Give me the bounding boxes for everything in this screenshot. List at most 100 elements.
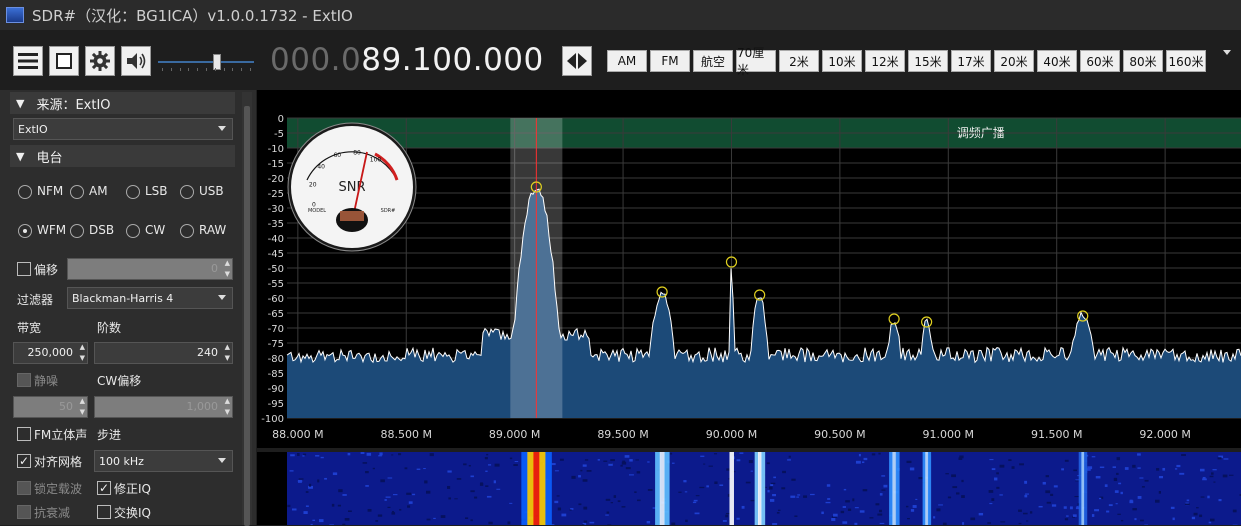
lock-carrier-checkbox[interactable] bbox=[17, 481, 31, 495]
waterfall-noise bbox=[1223, 475, 1228, 478]
band-button-13[interactable]: 160米 bbox=[1166, 50, 1206, 72]
waterfall-noise bbox=[515, 461, 518, 462]
scrollbar-thumb[interactable] bbox=[244, 106, 250, 526]
snr-meter-model-label: MODEL bbox=[308, 208, 326, 214]
frequency-digits[interactable]: 89.100.000 bbox=[361, 42, 544, 78]
squelch-checkbox[interactable] bbox=[17, 373, 31, 387]
waterfall-noise bbox=[1210, 476, 1214, 477]
squelch-spinner[interactable]: 50 bbox=[13, 396, 88, 418]
waterfall-noise bbox=[989, 503, 992, 504]
mode-radio-am[interactable] bbox=[70, 185, 84, 199]
waterfall-noise bbox=[773, 477, 776, 479]
frequency-leading-digits[interactable]: 000.0 bbox=[270, 42, 361, 78]
waterfall-noise bbox=[345, 518, 350, 521]
waterfall-noise bbox=[614, 495, 616, 498]
band-button-8[interactable]: 17米 bbox=[951, 50, 991, 72]
y-tick-label: -5 bbox=[274, 129, 284, 140]
tuning-step-button[interactable] bbox=[562, 46, 592, 76]
spectrum-plot[interactable]: 调频广播0-5-10-15-20-25-30-35-40-45-50-55-60… bbox=[257, 90, 1241, 448]
y-tick-label: -50 bbox=[268, 264, 284, 275]
waterfall-noise bbox=[589, 522, 594, 524]
waterfall-noise bbox=[290, 470, 294, 471]
waterfall-noise bbox=[406, 493, 411, 495]
mode-radio-nfm[interactable] bbox=[18, 185, 32, 199]
x-tick-label: 88.000 M bbox=[272, 428, 323, 441]
waterfall-noise bbox=[584, 521, 587, 523]
band-button-4[interactable]: 2米 bbox=[779, 50, 819, 72]
fm-stereo-checkbox[interactable] bbox=[17, 427, 31, 441]
band-button-10[interactable]: 40米 bbox=[1037, 50, 1077, 72]
correct-iq-checkbox[interactable]: ✓ bbox=[97, 481, 111, 495]
waterfall-noise bbox=[1116, 473, 1119, 475]
waterfall-noise bbox=[393, 494, 397, 495]
bandwidth-spinner[interactable]: 250,000 bbox=[13, 342, 88, 364]
mode-radio-dsb[interactable] bbox=[70, 224, 84, 238]
waterfall-noise bbox=[380, 479, 385, 482]
waterfall-noise bbox=[855, 507, 859, 508]
waterfall-noise bbox=[827, 498, 830, 500]
waterfall-noise bbox=[918, 477, 922, 479]
order-spinner[interactable]: 240 bbox=[94, 342, 233, 364]
step-select[interactable]: 100 kHz bbox=[94, 450, 233, 472]
band-button-12[interactable]: 80米 bbox=[1123, 50, 1163, 72]
shift-checkbox[interactable] bbox=[17, 262, 31, 276]
waterfall-noise bbox=[463, 463, 466, 465]
audio-mute-button[interactable] bbox=[121, 46, 151, 76]
band-button-1[interactable]: FM bbox=[650, 50, 690, 72]
waterfall-noise bbox=[1099, 498, 1101, 499]
filter-select[interactable]: Blackman-Harris 4 bbox=[67, 287, 233, 309]
menu-button[interactable] bbox=[13, 46, 43, 76]
mode-radio-cw[interactable] bbox=[126, 224, 140, 238]
waterfall-noise bbox=[726, 513, 730, 514]
waterfall-noise bbox=[454, 498, 457, 499]
stop-button[interactable] bbox=[49, 46, 79, 76]
left-panel-scrollbar[interactable] bbox=[242, 92, 252, 525]
waterfall-noise bbox=[848, 509, 851, 511]
mode-radio-wfm[interactable] bbox=[18, 224, 32, 238]
band-more-chevron-icon[interactable] bbox=[1223, 50, 1231, 55]
waterfall-noise bbox=[578, 475, 581, 477]
waterfall-noise bbox=[1202, 478, 1207, 480]
anti-fading-checkbox[interactable] bbox=[17, 505, 31, 519]
band-button-3[interactable]: 70厘米 bbox=[736, 50, 776, 72]
mode-radio-lsb[interactable] bbox=[126, 185, 140, 199]
cw-shift-spinner[interactable]: 1,000 bbox=[94, 396, 233, 418]
band-button-11[interactable]: 60米 bbox=[1080, 50, 1120, 72]
waterfall-noise bbox=[622, 461, 625, 463]
band-button-9[interactable]: 20米 bbox=[994, 50, 1034, 72]
snr-scale-label: 80 bbox=[353, 149, 361, 156]
waterfall-noise bbox=[365, 485, 369, 487]
waterfall-noise bbox=[513, 464, 517, 466]
frequency-display[interactable]: 000.089.100.000 bbox=[270, 42, 544, 78]
volume-slider[interactable] bbox=[158, 52, 254, 72]
waterfall-display[interactable] bbox=[257, 452, 1241, 525]
radio-section-header[interactable]: ▼电台 bbox=[10, 145, 235, 167]
waterfall-noise bbox=[507, 521, 510, 524]
source-device-select[interactable]: ExtIO bbox=[13, 118, 233, 140]
swap-iq-checkbox[interactable] bbox=[97, 505, 111, 519]
waterfall-noise bbox=[447, 486, 450, 489]
band-button-5[interactable]: 10米 bbox=[822, 50, 862, 72]
mode-radio-raw[interactable] bbox=[180, 224, 194, 238]
band-button-7[interactable]: 15米 bbox=[908, 50, 948, 72]
settings-button[interactable] bbox=[85, 46, 115, 76]
source-header-label: 来源：ExtIO bbox=[36, 94, 110, 113]
waterfall-noise bbox=[315, 455, 319, 456]
band-button-2[interactable]: 航空 bbox=[693, 50, 733, 72]
snap-grid-checkbox[interactable]: ✓ bbox=[17, 454, 31, 468]
shift-spinner[interactable]: 0 bbox=[67, 258, 233, 280]
mode-radio-usb[interactable] bbox=[180, 185, 194, 199]
waterfall-noise bbox=[782, 471, 786, 473]
waterfall-signal-streak bbox=[928, 452, 931, 525]
waterfall-noise bbox=[1061, 468, 1064, 470]
spectrum-analyzer[interactable]: 调频广播0-5-10-15-20-25-30-35-40-45-50-55-60… bbox=[257, 90, 1241, 448]
snr-scale-label: 40 bbox=[317, 164, 325, 171]
waterfall-noise bbox=[560, 459, 564, 461]
band-button-6[interactable]: 12米 bbox=[865, 50, 905, 72]
y-tick-label: -20 bbox=[268, 174, 284, 185]
band-button-0[interactable]: AM bbox=[607, 50, 647, 72]
waterfall-noise bbox=[996, 487, 999, 489]
source-section-header[interactable]: ▼来源：ExtIO bbox=[10, 92, 235, 114]
mode-label-lsb: LSB bbox=[145, 184, 168, 198]
volume-thumb[interactable] bbox=[213, 54, 221, 70]
